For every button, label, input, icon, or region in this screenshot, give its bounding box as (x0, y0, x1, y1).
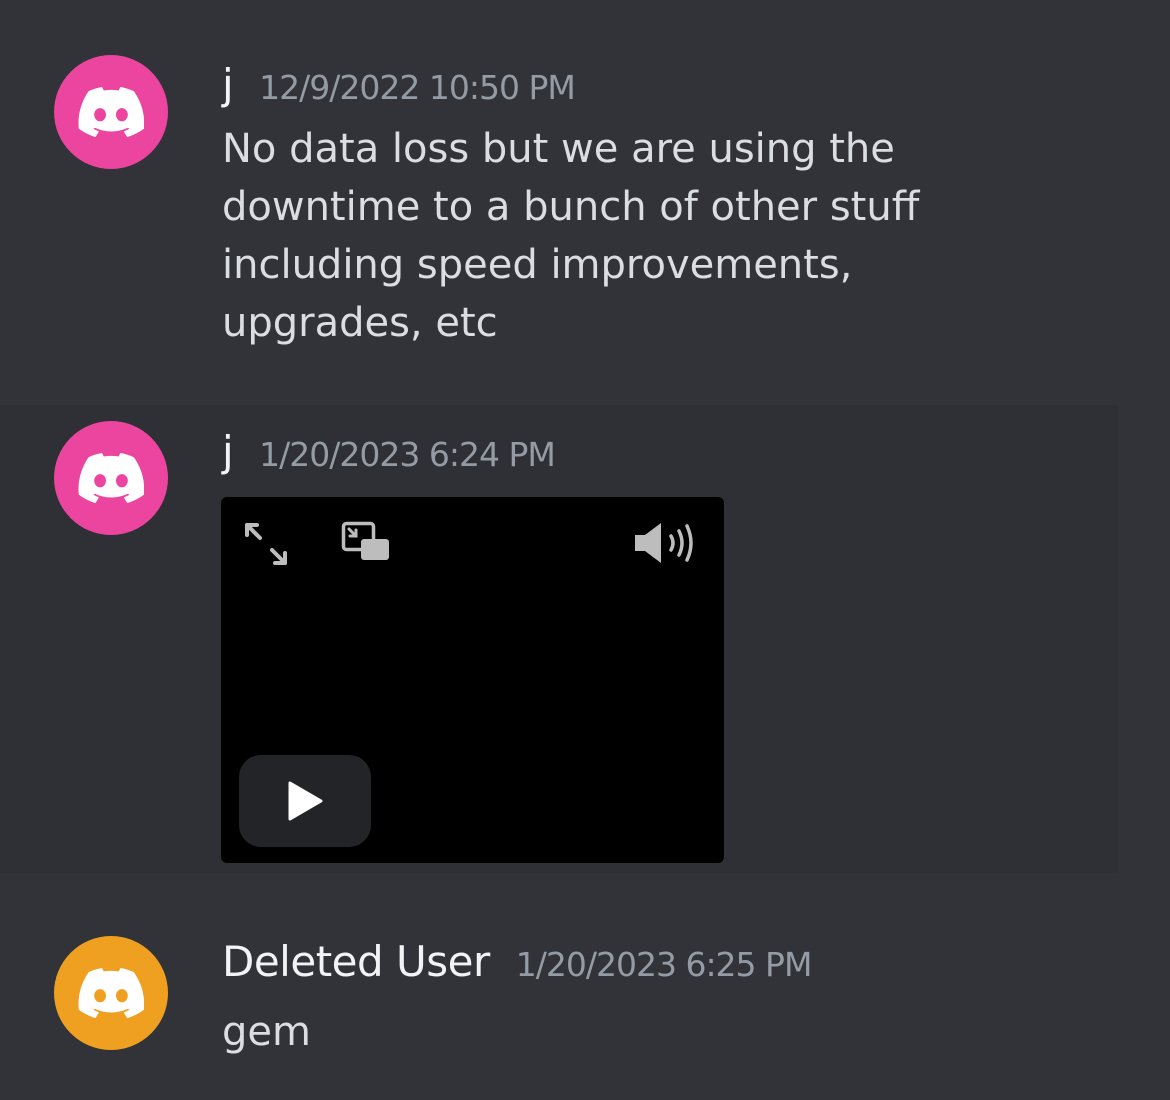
discord-logo-icon (78, 87, 144, 137)
discord-logo-icon (78, 968, 144, 1018)
fullscreen-icon[interactable] (243, 521, 289, 567)
timestamp: 1/20/2023 6:25 PM (515, 945, 813, 984)
avatar[interactable] (54, 936, 168, 1050)
avatar[interactable] (54, 421, 168, 535)
message-3[interactable]: Deleted User 1/20/2023 6:25 PM gem (0, 873, 1170, 1100)
play-icon (288, 781, 323, 821)
discord-logo-icon (78, 453, 144, 503)
message-2[interactable]: j 1/20/2023 6:24 PM (0, 405, 1118, 873)
message-header: j 1/20/2023 6:24 PM (222, 427, 556, 476)
message-1[interactable]: j 12/9/2022 10:50 PM No data loss but we… (0, 0, 1170, 405)
play-button[interactable] (239, 755, 371, 847)
video-player[interactable] (221, 497, 724, 863)
volume-icon[interactable] (633, 521, 703, 565)
picture-in-picture-icon[interactable] (341, 521, 391, 563)
message-header: Deleted User 1/20/2023 6:25 PM (222, 937, 813, 986)
avatar[interactable] (54, 55, 168, 169)
username[interactable]: Deleted User (222, 937, 490, 986)
message-content: No data loss but we are using the downti… (222, 126, 920, 346)
username[interactable]: j (222, 60, 234, 109)
username[interactable]: j (222, 427, 234, 476)
message-header: j 12/9/2022 10:50 PM (222, 60, 576, 109)
message-content: gem (222, 1009, 311, 1055)
timestamp: 1/20/2023 6:24 PM (259, 435, 556, 474)
timestamp: 12/9/2022 10:50 PM (259, 68, 576, 107)
